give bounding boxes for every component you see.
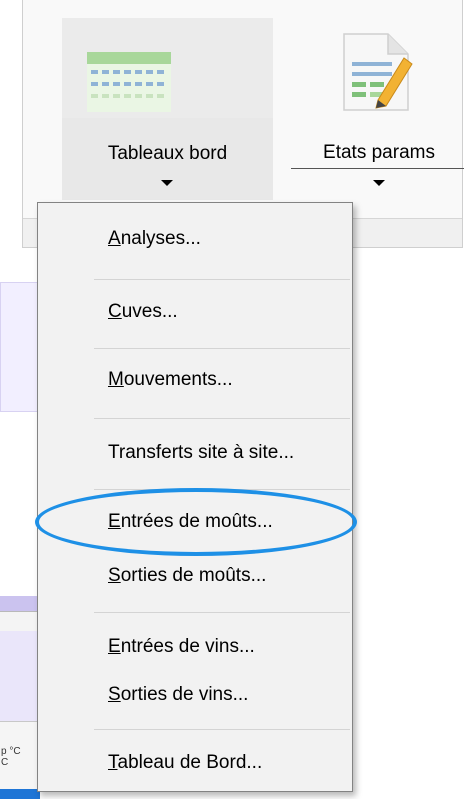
menu-separator bbox=[94, 729, 350, 730]
menu-item-label: ntrées de moûts... bbox=[120, 511, 273, 532]
menu-item-label: ouvements... bbox=[123, 369, 233, 390]
etats-params-divider bbox=[291, 168, 464, 169]
menu-item-label: uves... bbox=[121, 301, 178, 322]
menu-item-mnemonic: E bbox=[108, 511, 121, 532]
background-toolbar bbox=[0, 611, 40, 632]
menu-item-cuves[interactable]: Cuves... bbox=[108, 301, 178, 323]
report-edit-icon bbox=[343, 33, 413, 111]
table-icon bbox=[87, 52, 171, 112]
menu-item-entrees-mouts[interactable]: Entrées de moûts... bbox=[108, 511, 273, 533]
tableaux-bord-menu: Analyses... Cuves... Mouvements... Trans… bbox=[37, 202, 353, 792]
chevron-down-icon[interactable] bbox=[373, 180, 385, 186]
etats-params-label: Etats params bbox=[323, 142, 435, 163]
menu-item-label: ntrées de vins... bbox=[120, 636, 255, 657]
menu-item-mouvements[interactable]: Mouvements... bbox=[108, 369, 233, 391]
menu-item-mnemonic: E bbox=[108, 636, 121, 657]
chevron-down-icon bbox=[161, 180, 173, 186]
menu-item-entrees-vins[interactable]: Entrées de vins... bbox=[108, 636, 255, 658]
screen: p °C C Tableaux bord Etats params Analys… bbox=[0, 0, 464, 799]
menu-item-analyses[interactable]: Analyses... bbox=[108, 228, 201, 250]
menu-item-label: orties de moûts... bbox=[120, 565, 267, 586]
background-panel bbox=[0, 282, 40, 412]
menu-icon-gutter bbox=[38, 203, 88, 791]
menu-item-sorties-vins[interactable]: Sorties de vins... bbox=[108, 684, 248, 706]
background-grid-area bbox=[0, 631, 40, 721]
menu-item-mnemonic: T bbox=[108, 752, 118, 773]
menu-item-tableau-de-bord[interactable]: Tableau de Bord... bbox=[108, 752, 262, 774]
menu-item-label: Transferts site à site... bbox=[108, 442, 295, 463]
menu-separator bbox=[94, 348, 350, 349]
menu-separator bbox=[94, 279, 350, 280]
menu-item-label: ableau de Bord... bbox=[117, 752, 263, 773]
menu-item-mnemonic: C bbox=[108, 301, 122, 322]
tableaux-bord-label: Tableaux bord bbox=[107, 143, 228, 164]
column-header-line1: p °C bbox=[1, 746, 21, 757]
menu-separator bbox=[94, 612, 350, 613]
background-column-header-text: p °C C bbox=[1, 746, 21, 768]
menu-separator bbox=[94, 418, 350, 419]
menu-item-mnemonic: S bbox=[108, 684, 121, 705]
column-header-line2: C bbox=[1, 757, 9, 768]
menu-item-mnemonic: M bbox=[108, 369, 124, 390]
menu-separator bbox=[94, 489, 350, 490]
menu-item-label: orties de vins... bbox=[120, 684, 249, 705]
menu-item-mnemonic: A bbox=[108, 228, 121, 249]
tableaux-bord-dropdown[interactable]: Tableaux bord bbox=[62, 118, 273, 200]
menu-item-transferts[interactable]: Transferts site à site... bbox=[108, 442, 294, 464]
background-title-bar bbox=[0, 596, 40, 611]
menu-item-sorties-mouts[interactable]: Sorties de moûts... bbox=[108, 565, 266, 587]
menu-item-label: nalyses... bbox=[120, 228, 201, 249]
background-selection-bar bbox=[0, 789, 40, 799]
menu-item-mnemonic: S bbox=[108, 565, 121, 586]
